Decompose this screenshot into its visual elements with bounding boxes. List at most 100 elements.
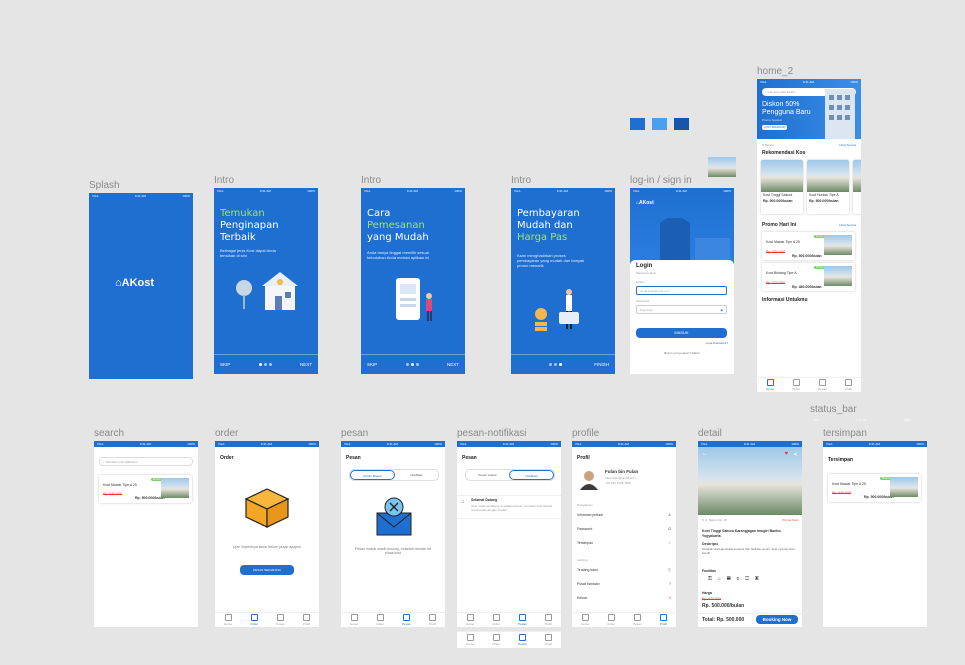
desc-title: Deskripsi: [702, 542, 718, 546]
detail-tag: Promo Kost: [782, 518, 798, 522]
nav-pesan[interactable]: Pesan: [518, 614, 527, 626]
nav-order[interactable]: Order: [792, 379, 800, 391]
nav-pesan[interactable]: Pesan: [818, 379, 827, 391]
banner-title: Diskon 50% Pengguna Baru: [762, 101, 811, 116]
skip-button[interactable]: SKIP: [367, 362, 377, 367]
intro1-desc: Berbagai jenis Kost dapat Anda temukan d…: [220, 248, 276, 258]
nav-profil[interactable]: Profil: [428, 614, 436, 626]
nav-home[interactable]: Home: [350, 614, 358, 626]
nav-home[interactable]: Home: [766, 379, 774, 391]
promo-card[interactable]: Kost Bintang Tipe A Rp. 520.000 Rp. 480.…: [762, 263, 855, 291]
frame-label-intro1: Intro: [214, 175, 235, 186]
nav-pesan[interactable]: Pesan: [518, 634, 527, 646]
nav-profil[interactable]: Profil: [844, 379, 852, 391]
frame-label-login: log-in / sign in: [630, 175, 692, 186]
saved-item-card[interactable]: Kost Mawar Tipe A 25 Rp. 620.000 Rp. 500…: [828, 474, 921, 502]
nav-order[interactable]: Order: [376, 614, 384, 626]
profile-email: fulan.fulan@gmail.com: [605, 476, 636, 480]
menu-help[interactable]: Pusat bantuan?: [577, 582, 671, 587]
nav-home[interactable]: Home: [466, 614, 474, 626]
house-illustration: [236, 272, 298, 310]
menu-personal-info[interactable]: Informasi pribadi ♙: [577, 513, 671, 518]
facility-icons: ⚿⌂▤⚲◫▣: [708, 576, 765, 582]
nav-home[interactable]: Home: [466, 634, 474, 646]
nav-profil[interactable]: Profil: [659, 614, 667, 626]
menu-password[interactable]: Password ⊡: [577, 527, 671, 532]
tab-pesan-masuk[interactable]: Pesan Masuk: [350, 470, 395, 480]
price-title: Harga: [702, 591, 712, 595]
heart-icon[interactable]: ♥: [784, 451, 788, 457]
pesan-tabs: Pesan masuk Notifikasi: [465, 469, 555, 481]
back-icon[interactable]: ←: [702, 451, 708, 457]
profile-phone: +62 812 3456 7890: [605, 481, 631, 485]
nav-order[interactable]: Order: [250, 614, 258, 626]
share-icon[interactable]: ⋖: [793, 451, 798, 458]
next-button[interactable]: NEXT: [300, 362, 312, 367]
nav-order[interactable]: Order: [492, 634, 500, 646]
menu-about[interactable]: Tentang kami ⓘ: [577, 568, 671, 573]
notification-item[interactable]: ♫ Selamat Datang Halo, selamat datang di…: [457, 495, 561, 519]
page-dots: [405, 362, 420, 367]
menu-saved[interactable]: Tersimpan ♡: [577, 541, 671, 546]
promo-card[interactable]: Kost Mawar Tipe A 25 Rp. 620.000 Rp. 500…: [762, 232, 855, 260]
email-label: Email: [636, 280, 644, 284]
nav-profil[interactable]: Profil: [544, 614, 552, 626]
tab-notifikasi[interactable]: Notifikasi: [395, 470, 438, 480]
tab-pesan-masuk[interactable]: Pesan masuk: [466, 470, 509, 480]
search-icon: ⌕: [765, 90, 767, 94]
nav-pesan[interactable]: Pesan: [276, 614, 285, 626]
logout-icon: ⇥: [668, 596, 671, 600]
nav-home[interactable]: Home: [581, 614, 589, 626]
detail-price: Rp. 500.000/bulan: [702, 603, 745, 609]
help-icon: ?: [669, 582, 671, 586]
bottom-nav: Home Order Pesan Profil: [757, 377, 861, 392]
detail-old-price: Rp. 620.000: [702, 597, 722, 601]
forgot-password-link[interactable]: Lupa Password?: [706, 341, 728, 345]
email-field[interactable]: email.anda@mail.com: [636, 286, 727, 295]
nav-home[interactable]: Home: [224, 614, 232, 626]
profile-name: Fulan bin Fulan: [605, 469, 639, 474]
facilities-title: Fasilitas: [702, 569, 717, 573]
banner-sub: Promo Spesial: [762, 118, 782, 122]
nav-profil[interactable]: Profil: [302, 614, 310, 626]
other-section: Lainnya: [577, 558, 588, 562]
password-field[interactable]: Password ◉: [636, 305, 727, 314]
menu-logout[interactable]: Keluar ⇥: [577, 596, 671, 601]
house-icon: ⌂: [115, 277, 122, 289]
see-all-link[interactable]: Lihat Semua: [839, 143, 856, 147]
detail-screen: VGA 9:41 AM 100% ← ♥ ⋖ ⚲ Jl. Bantul No. 25…: [698, 441, 802, 627]
reco-card[interactable]: Kost Tinggi Sakura Rp. 500.000/bulan: [761, 160, 803, 214]
login-button[interactable]: MASUK: [636, 328, 727, 338]
intro2-footer: SKIP NEXT: [361, 354, 465, 374]
booking-button[interactable]: Booking Now: [756, 615, 798, 624]
nav-pesan[interactable]: Pesan: [402, 614, 411, 626]
nav-order[interactable]: Order: [607, 614, 615, 626]
next-button[interactable]: NEXT: [447, 362, 459, 367]
tab-notifikasi[interactable]: Notifikasi: [509, 470, 554, 480]
banner-button[interactable]: LIHAT SEKARANG: [762, 125, 788, 130]
nav-pesan[interactable]: Pesan: [633, 614, 642, 626]
frame-label-profile: profile: [572, 428, 600, 439]
search-result-card[interactable]: Kost Mawar Tipe A 25 Rp. 620.000 Rp. 500…: [99, 475, 192, 503]
nav-profil[interactable]: Profil: [544, 634, 552, 646]
bottom-nav: Home Order Pesan Profil: [457, 612, 561, 627]
intro1-title: Temukan Penginapan Terbaik: [220, 208, 279, 243]
frame-label-order: order: [215, 428, 239, 439]
reco-card[interactable]: Kost Hunian Tipe A Rp. 600.000/bulan: [807, 160, 849, 214]
promo-see-all[interactable]: Lihat Semua: [839, 223, 856, 227]
box-icon: [244, 488, 290, 528]
order-now-button[interactable]: PESAN SEKARANG: [240, 565, 294, 575]
info-title: Informasi Untukmu: [762, 297, 808, 303]
order-empty-text: Ups! Sepertinya kamu belum pesan apapun: [232, 545, 302, 549]
banner-building: [825, 89, 855, 139]
eye-icon[interactable]: ◉: [720, 308, 723, 312]
search-input[interactable]: ⌕ Temukan kost pilihanmu: [99, 457, 193, 466]
color-swatch-light: [652, 118, 667, 130]
nav-order[interactable]: Order: [492, 614, 500, 626]
finish-button[interactable]: FINISH: [594, 362, 609, 367]
intro1-footer: SKIP NEXT: [214, 354, 318, 374]
skip-button[interactable]: SKIP: [220, 362, 230, 367]
register-link[interactable]: Belum punya akun? Daftar: [630, 351, 734, 355]
lock-icon: ⊡: [668, 527, 671, 531]
page-dots: [258, 362, 273, 367]
